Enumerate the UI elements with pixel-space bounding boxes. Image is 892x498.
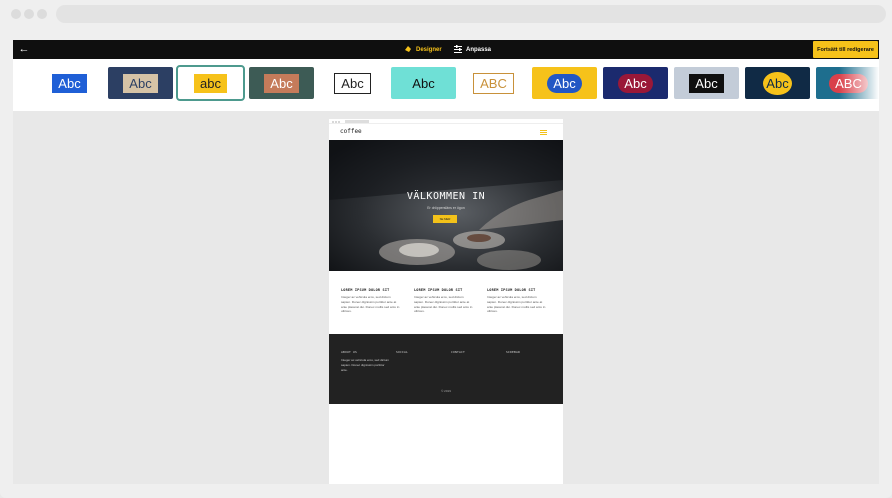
preview-header: coffee [329,125,563,139]
palette-icon [404,45,412,55]
footer-copyright: © 2019 [441,389,451,393]
feature-title: LOREM IPSUM DOLOR SIT [487,288,536,292]
app-viewport: ← Designer Anpassa Fortsätt till rediger… [13,40,879,484]
back-arrow-icon[interactable]: ← [17,42,31,56]
feature-text: Integer ac vehicula eros, sed dictum sap… [487,295,546,314]
footer-heading: ABOUT US [341,350,358,354]
theme-sample-text: Abc [547,73,582,93]
theme-sample-text: Abc [763,71,792,95]
feature-column: LOREM IPSUM DOLOR SIT Integer ac vehicul… [341,288,401,314]
window-dot-icon [24,9,34,19]
theme-option[interactable]: Abc [37,67,102,99]
theme-option[interactable]: Abc [745,67,810,99]
preview-dot-icon [335,120,337,123]
hero-button: SE MER [433,215,457,223]
preview-chrome [329,119,563,124]
feature-title: LOREM IPSUM DOLOR SIT [341,288,390,292]
theme-option[interactable]: Abc [603,67,668,99]
theme-sample-text: Abc [52,73,87,93]
theme-sample-text: ABC [473,72,514,94]
hero-title: VÄLKOMMEN IN [406,191,486,202]
feature-text: Integer ac vehicula eros, sed dictum sap… [341,295,400,314]
theme-option[interactable]: Abc [532,67,597,99]
footer-heading: CONTACT [451,350,466,354]
website-preview: coffee VÄLKOMMEN IN Er dröppersläns er ö… [329,119,563,484]
browser-chrome [0,0,892,30]
tab-label: Designer [416,46,442,53]
theme-option[interactable]: Abc [391,67,456,99]
theme-sample-text: Abc [689,73,724,93]
preview-dot-icon [332,120,334,123]
window-dot-icon [11,9,21,19]
theme-option[interactable]: Abc [108,67,173,99]
scroll-fade [839,59,879,111]
theme-sample-text: Abc [618,73,653,93]
window-dot-icon [37,9,47,19]
hero-subtitle: Er dröppersläns er ögon [427,206,465,210]
theme-option[interactable]: Abc [249,67,314,99]
tab-label: Anpassa [466,46,492,53]
preview-hero: VÄLKOMMEN IN Er dröppersläns er ögon SE … [329,140,563,271]
address-bar[interactable] [56,5,886,23]
tab-designer[interactable]: Designer [404,40,442,59]
theme-option[interactable]: ABC [461,67,526,99]
browser-window: ← Designer Anpassa Fortsätt till rediger… [0,0,892,498]
theme-sample-text: abc [194,73,227,93]
footer-heading: SOCIAL [396,350,409,354]
theme-sample-text: Abc [334,72,371,94]
sliders-icon [454,44,462,55]
theme-sample-text: Abc [123,73,158,93]
theme-option[interactable]: Abc [674,67,739,99]
feature-title: LOREM IPSUM DOLOR SIT [414,288,463,292]
preview-logo: coffee [340,128,362,135]
feature-column: LOREM IPSUM DOLOR SIT Integer ac vehicul… [414,288,474,314]
theme-sample-text: Abc [264,73,299,93]
preview-url [345,120,369,123]
footer-heading: SIDEBAR [506,350,521,354]
editor-topbar: ← Designer Anpassa Fortsätt till rediger… [13,40,879,59]
footer-text: Integer ac vehicula eros, sed dictum sap… [341,358,390,372]
preview-features: LOREM IPSUM DOLOR SIT Integer ac vehicul… [329,271,563,333]
hamburger-menu-icon [540,130,547,135]
theme-option[interactable]: abc [176,65,245,101]
feature-column: LOREM IPSUM DOLOR SIT Integer ac vehicul… [487,288,547,314]
tab-anpassa[interactable]: Anpassa [454,40,491,59]
theme-picker: AbcAbcabcAbcAbcAbcABCAbcAbcAbcAbcABC [13,59,879,111]
continue-to-editor-button[interactable]: Fortsätt till redigerare [813,41,878,58]
feature-text: Integer ac vehicula eros, sed dictum sap… [414,295,473,314]
theme-sample-text: Abc [406,73,441,93]
preview-footer: ABOUT US SOCIAL CONTACT SIDEBAR Integer … [329,334,563,404]
preview-dot-icon [338,120,340,123]
theme-option[interactable]: Abc [320,67,385,99]
